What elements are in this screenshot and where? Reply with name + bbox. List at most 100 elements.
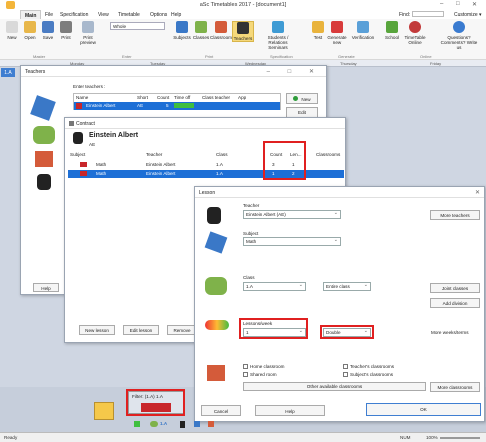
ok-button[interactable]: OK (366, 403, 481, 416)
lessons-week-highlight (239, 318, 308, 339)
add-division-button[interactable]: Add division (430, 298, 480, 308)
print-preview-button[interactable]: Print preview (77, 21, 99, 45)
whole-select[interactable]: Whole (110, 22, 165, 30)
close-icon[interactable]: ✕ (475, 189, 480, 196)
customize-menu[interactable]: Customize ▾ (454, 12, 482, 18)
menu-help[interactable]: Help (171, 12, 181, 18)
table-row[interactable]: Einstein Albert AE 5 (74, 102, 280, 110)
menu-view[interactable]: View (98, 12, 109, 18)
col-class-teacher: Class teacher (202, 95, 231, 100)
help-button[interactable]: Help (255, 405, 325, 416)
people-small-icon[interactable] (150, 421, 158, 427)
col-classrooms: Classrooms (316, 152, 341, 157)
contract-titlebar: Contract (65, 118, 345, 129)
row-class: 1.A (216, 171, 223, 176)
other-classrooms-select[interactable]: Other available classrooms (243, 382, 426, 391)
questions-button[interactable]: Questions? Comments? Write us (438, 21, 480, 50)
minimize-icon[interactable]: – (440, 1, 443, 7)
subject-select[interactable]: Math (243, 237, 341, 246)
classes-icon (195, 21, 207, 33)
checkbox-icon (343, 372, 348, 378)
timetable-grid-icon (94, 402, 114, 420)
shared-room-checkbox[interactable]: Shared room (243, 372, 277, 378)
menu-timetable[interactable]: Timetable (118, 12, 140, 18)
contract-title: Contract (76, 121, 95, 127)
book-small-icon[interactable] (194, 421, 200, 427)
class-tab-1a[interactable]: 1.A (1, 68, 15, 77)
zoom-slider[interactable] (440, 437, 480, 439)
joint-classes-button[interactable]: Joint classes (430, 283, 480, 293)
row-class: 1.A (216, 162, 223, 167)
menu-file[interactable]: File (45, 12, 53, 18)
print-icon (60, 21, 72, 33)
help-question-icon (453, 21, 465, 33)
teachers-classrooms-checkbox[interactable]: Teacher's classrooms (343, 364, 394, 370)
subject-color-icon (80, 171, 87, 176)
app-title: aSc Timetables 2017 - [document1] (199, 2, 287, 8)
find-input[interactable] (412, 11, 444, 17)
classrooms-button[interactable]: Classrooms (210, 21, 234, 40)
cancel-button[interactable]: Cancel (201, 405, 241, 416)
teachers-button[interactable]: Teachers (232, 21, 254, 42)
new-teacher-button[interactable]: New (286, 93, 318, 104)
classes-button[interactable]: Classes (190, 21, 212, 40)
teachers-title: Teachers (25, 69, 46, 75)
remove-lesson-button[interactable]: Remove (167, 325, 197, 335)
menu-main[interactable]: Main (20, 10, 42, 19)
status-bar: Ready NUM 100% (0, 432, 486, 442)
contract-teacher-short: AE (89, 142, 96, 147)
new-icon (6, 21, 18, 33)
maximize-icon[interactable]: □ (456, 1, 460, 7)
online-icon (409, 21, 421, 33)
division-select[interactable]: Entire class (323, 282, 371, 291)
class-select[interactable]: 1.A (243, 282, 306, 291)
new-lesson-button[interactable]: New lesson (79, 325, 115, 335)
find-label: Find: (399, 12, 411, 18)
lesson-title: Lesson (199, 190, 216, 196)
close-icon[interactable]: ✕ (472, 1, 477, 8)
help-button[interactable]: Help (33, 283, 59, 292)
teachers-window-controls[interactable]: – □ ✕ (267, 68, 322, 75)
group-label-online: Online (420, 54, 432, 59)
edit-lesson-button[interactable]: Edit lesson (123, 325, 159, 335)
day-thursday: Thursday (340, 61, 357, 66)
house-small-icon[interactable] (208, 421, 214, 427)
subjects-classrooms-checkbox[interactable]: Subject's classrooms (343, 372, 393, 378)
teacher-color-icon (76, 103, 82, 109)
enter-teachers-label: Enter teachers : (73, 84, 106, 89)
more-classrooms-button[interactable]: More classrooms (430, 382, 480, 392)
print-button[interactable]: Print (55, 21, 77, 40)
test-button[interactable]: Test (307, 21, 329, 40)
col-app: App (238, 95, 247, 100)
contract-icon (69, 121, 74, 126)
more-weeks-label[interactable]: More weeks/terms (431, 330, 469, 335)
teacher-select[interactable]: Einstein Albert (AE) (243, 210, 341, 219)
menu-specification[interactable]: Specification (60, 12, 88, 18)
col-name: Name (76, 95, 89, 100)
school-icon (386, 21, 398, 33)
teacher-icon (37, 174, 51, 190)
zoom-level: 100% (426, 435, 438, 440)
home-classroom-checkbox[interactable]: Home classroom (243, 364, 284, 370)
group-label-enter: Enter (122, 54, 132, 59)
contract-teacher-name: Einstein Albert (89, 132, 139, 139)
teacher-name: Einstein Albert (86, 103, 116, 108)
teachers-titlebar: Teachers – □ ✕ (21, 66, 326, 77)
book-icon (204, 231, 228, 254)
row-teacher: Einstein Albert (146, 171, 176, 176)
filter-class-label[interactable]: 1.A (160, 421, 167, 426)
menu-options[interactable]: Options (150, 12, 167, 18)
timetable-online-button[interactable]: TimeTable Online (401, 21, 429, 45)
teacher-small-icon[interactable] (180, 421, 185, 428)
status-num: NUM (400, 435, 411, 440)
verification-button[interactable]: Verification (350, 21, 376, 40)
students-relations-button[interactable]: Students / Relations Seminars (259, 21, 297, 50)
col-teacher: Teacher (146, 152, 163, 157)
verification-icon (357, 21, 369, 33)
status-text: Ready (4, 435, 18, 440)
plus-icon (293, 96, 299, 101)
generate-new-button[interactable]: Generate new (327, 21, 347, 45)
school-button[interactable]: School (381, 21, 403, 40)
more-teachers-button[interactable]: More teachers (430, 210, 480, 220)
green-square-icon[interactable] (134, 421, 140, 427)
